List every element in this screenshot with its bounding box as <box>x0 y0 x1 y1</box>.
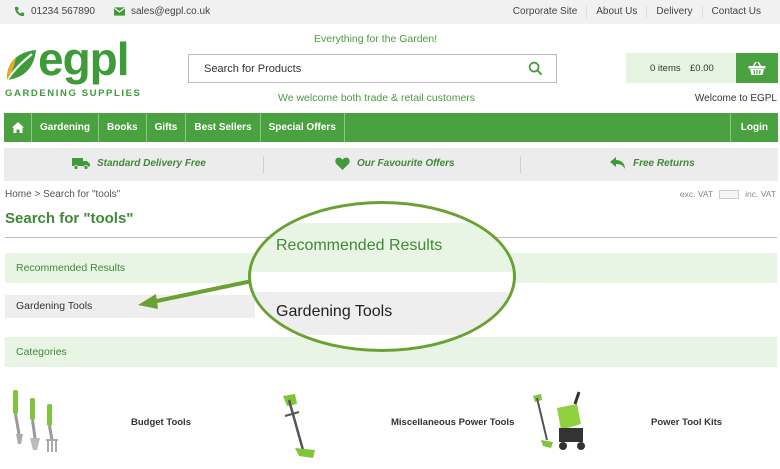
strimmer-image <box>283 394 315 458</box>
link-corporate-site[interactable]: Corporate Site <box>504 6 586 18</box>
power-tool-kit-image <box>533 391 585 450</box>
page-title: Search for "tools" <box>5 210 134 227</box>
leaf-logo-icon <box>6 50 36 81</box>
category-label: Power Tool Kits <box>651 417 723 428</box>
top-links: Corporate Site About Us Delivery Contact… <box>504 6 770 18</box>
link-delivery[interactable]: Delivery <box>646 6 701 18</box>
header-tagline-top: Everything for the Garden! <box>314 33 438 45</box>
vat-toggle[interactable]: exc. VAT inc. VAT <box>680 189 776 199</box>
search-icon[interactable] <box>528 61 543 76</box>
cart-item-count: 0 items <box>650 63 681 74</box>
link-about-us[interactable]: About Us <box>586 6 646 18</box>
welcome-message: Welcome to EGPL <box>694 93 777 104</box>
site-logo[interactable]: egpl GARDENING SUPPLIES <box>4 33 140 100</box>
top-bar: 01234 567890 sales@egpl.co.uk Corporate … <box>0 0 780 24</box>
nav-books[interactable]: Books <box>99 113 147 142</box>
vat-switch[interactable] <box>719 189 740 199</box>
usp-returns-label: Free Returns <box>633 158 695 169</box>
usp-divider <box>520 156 521 173</box>
nav-gardening[interactable]: Gardening <box>32 113 100 142</box>
cart-total: £0.00 <box>690 63 714 74</box>
usp-bar: Standard Delivery Free Our Favourite Off… <box>4 148 778 181</box>
search-input[interactable]: Search for Products <box>204 63 301 75</box>
nav-home[interactable] <box>4 113 32 142</box>
usp-divider <box>263 156 264 173</box>
category-budget-tools[interactable]: Budget Tools <box>5 380 260 455</box>
main-nav: Gardening Books Gifts Best Sellers Speci… <box>4 113 778 142</box>
hand-tools-image <box>13 390 58 452</box>
phone-icon <box>14 6 25 17</box>
zoom-callout: Recommended Results Gardening Tools <box>248 201 516 352</box>
nav-login[interactable]: Login <box>729 113 778 142</box>
heart-icon <box>335 157 350 170</box>
header-tagline-bottom: We welcome both trade & retail customers <box>278 92 476 104</box>
envelope-icon <box>114 7 125 16</box>
basket-button[interactable] <box>736 53 778 83</box>
usp-offers[interactable]: Our Favourite Offers <box>335 157 455 170</box>
vat-exc-label: exc. VAT <box>679 189 714 199</box>
mini-cart[interactable]: 0 items £0.00 <box>626 53 778 83</box>
home-icon <box>11 122 24 133</box>
delivery-truck-icon <box>72 158 90 170</box>
nav-special-offers[interactable]: Special Offers <box>261 113 345 142</box>
result-gardening-tools[interactable]: Gardening Tools <box>5 295 255 318</box>
phone-contact[interactable]: 01234 567890 <box>14 6 95 17</box>
usp-delivery[interactable]: Standard Delivery Free <box>72 157 206 170</box>
category-power-tool-kits[interactable]: Power Tool Kits <box>525 380 778 455</box>
usp-offers-label: Our Favourite Offers <box>357 158 455 169</box>
email-address: sales@egpl.co.uk <box>131 6 211 17</box>
logo-tagline: GARDENING SUPPLIES <box>5 88 142 99</box>
nav-gifts[interactable]: Gifts <box>147 113 187 142</box>
callout-heading: Recommended Results <box>276 237 443 254</box>
phone-number: 01234 567890 <box>31 6 95 17</box>
email-contact[interactable]: sales@egpl.co.uk <box>114 6 210 17</box>
category-misc-power-tools[interactable]: Miscellaneous Power Tools <box>270 380 520 458</box>
category-label: Miscellaneous Power Tools <box>391 417 515 428</box>
nav-best-sellers[interactable]: Best Sellers <box>186 113 261 142</box>
link-contact-us[interactable]: Contact Us <box>701 6 770 18</box>
return-arrow-icon <box>610 157 625 169</box>
vat-inc-label: inc. VAT <box>745 189 776 199</box>
search-box[interactable]: Search for Products <box>188 54 557 83</box>
logo-wordmark: egpl <box>38 33 130 85</box>
breadcrumb[interactable]: Home > Search for "tools" <box>5 189 120 200</box>
callout-item: Gardening Tools <box>276 303 393 320</box>
category-label: Budget Tools <box>131 417 191 428</box>
usp-returns[interactable]: Free Returns <box>610 157 695 170</box>
basket-icon <box>748 61 766 75</box>
usp-delivery-label: Standard Delivery Free <box>97 158 206 169</box>
